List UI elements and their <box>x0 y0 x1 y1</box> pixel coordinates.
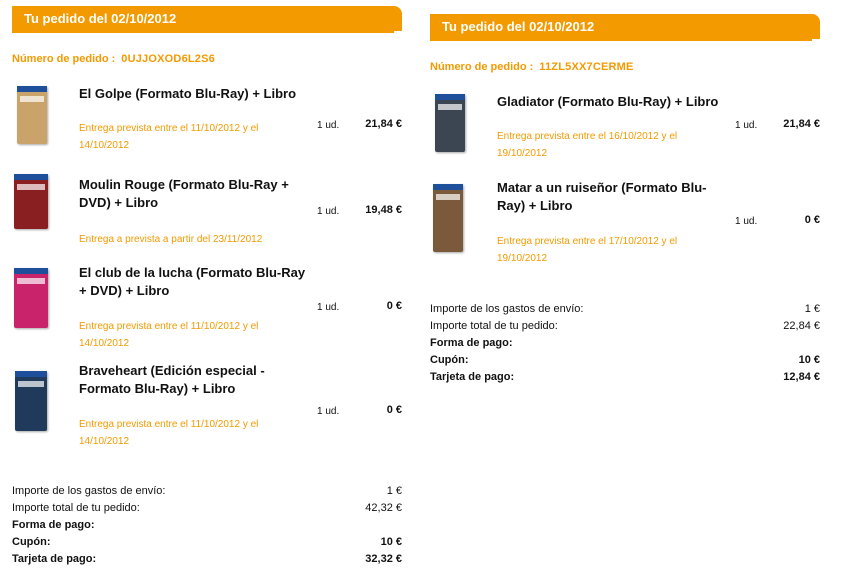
summary-value: 1 € <box>804 303 820 315</box>
item-price: 0 € <box>804 214 820 226</box>
delivery-estimate: Entrega prevista entre el 11/10/2012 y e… <box>79 123 259 151</box>
product-cover-image[interactable] <box>14 174 48 229</box>
summary-label: Importe total de tu pedido: <box>12 502 140 514</box>
product-cover-image[interactable] <box>15 371 47 431</box>
summary-label: Importe total de tu pedido: <box>430 320 558 332</box>
summary-label: Importe de los gastos de envío: <box>12 485 166 497</box>
summary-value: 32,32 € <box>365 553 402 565</box>
coupon-row: Cupón: 10 € <box>12 534 402 551</box>
order-header: Tu pedido del 02/10/2012 <box>430 14 820 41</box>
product-cover-image[interactable] <box>433 184 463 252</box>
order-panel: Tu pedido del 02/10/2012 Número de pedid… <box>12 6 404 574</box>
summary-label: Forma de pago: <box>430 337 513 349</box>
order-total-row: Importe total de tu pedido: 42,32 € <box>12 500 402 517</box>
item-price: 21,84 € <box>783 118 820 130</box>
order-number-value: 0UJJOXOD6L2S6 <box>121 53 215 65</box>
summary-label: Cupón: <box>12 536 51 548</box>
order-number-value: 11ZL5XX7CERME <box>539 61 634 73</box>
order-number: Número de pedido : 11ZL5XX7CERME <box>430 61 634 73</box>
product-name-link[interactable]: Braveheart (Edición especial - Formato B… <box>79 362 309 398</box>
product-name-link[interactable]: Moulin Rouge (Formato Blu-Ray + DVD) + L… <box>79 176 309 212</box>
item-price: 0 € <box>386 404 402 416</box>
card-payment-row: Tarjeta de pago: 12,84 € <box>430 369 820 386</box>
summary-label: Forma de pago: <box>12 519 95 531</box>
item-price: 19,48 € <box>365 204 402 216</box>
summary-value: 10 € <box>798 354 820 366</box>
product-name-link[interactable]: El Golpe (Formato Blu-Ray) + Libro <box>79 85 309 103</box>
summary-value: 1 € <box>386 485 402 497</box>
payment-method-row: Forma de pago: <box>12 517 402 534</box>
product-cover-image[interactable] <box>17 86 47 144</box>
summary-label: Tarjeta de pago: <box>430 371 515 383</box>
summary-value: 22,84 € <box>783 320 820 332</box>
order-header: Tu pedido del 02/10/2012 <box>12 6 402 33</box>
delivery-estimate: Entrega prevista entre el 17/10/2012 y e… <box>497 236 678 264</box>
card-payment-row: Tarjeta de pago: 32,32 € <box>12 551 402 568</box>
payment-method-row: Forma de pago: <box>430 335 820 352</box>
coupon-row: Cupón: 10 € <box>430 352 820 369</box>
delivery-estimate: Entrega prevista entre el 11/10/2012 y e… <box>79 419 259 447</box>
product-cover-image[interactable] <box>435 94 465 152</box>
order-panel: Tu pedido del 02/10/2012 Número de pedid… <box>430 14 822 414</box>
order-total-row: Importe total de tu pedido: 22,84 € <box>430 318 820 335</box>
product-name-link[interactable]: Matar a un ruiseñor (Formato Blu-Ray) + … <box>497 179 727 215</box>
order-number: Número de pedido : 0UJJOXOD6L2S6 <box>12 53 215 65</box>
delivery-estimate: Entrega a prevista a partir del 23/11/20… <box>79 234 263 245</box>
summary-label: Cupón: <box>430 354 469 366</box>
shipping-cost-row: Importe de los gastos de envío: 1 € <box>430 301 820 318</box>
product-name-link[interactable]: Gladiator (Formato Blu-Ray) + Libro <box>497 93 727 111</box>
summary-label: Tarjeta de pago: <box>12 553 97 565</box>
delivery-estimate: Entrega prevista entre el 16/10/2012 y e… <box>497 131 678 159</box>
summary-label: Importe de los gastos de envío: <box>430 303 584 315</box>
summary-value: 42,32 € <box>365 502 402 514</box>
order-number-label: Número de pedido : <box>12 53 116 65</box>
summary-value: 12,84 € <box>783 371 820 383</box>
product-cover-image[interactable] <box>14 268 48 328</box>
summary-value: 10 € <box>380 536 402 548</box>
product-name-link[interactable]: El club de la lucha (Formato Blu-Ray + D… <box>79 264 309 300</box>
order-number-label: Número de pedido : <box>430 61 534 73</box>
item-price: 21,84 € <box>365 118 402 130</box>
shipping-cost-row: Importe de los gastos de envío: 1 € <box>12 483 402 500</box>
delivery-estimate: Entrega prevista entre el 11/10/2012 y e… <box>79 321 259 349</box>
item-price: 0 € <box>386 300 402 312</box>
